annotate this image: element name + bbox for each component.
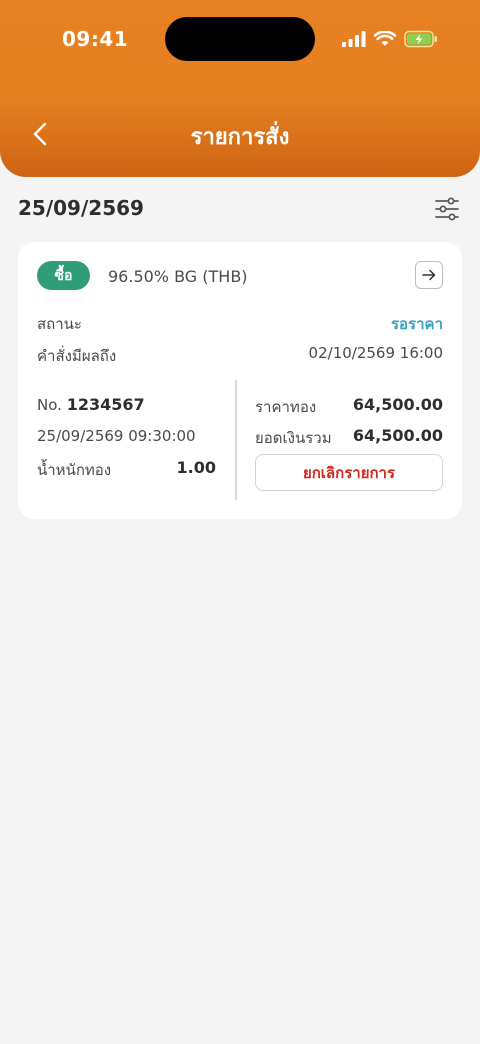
order-number-prefix: No.	[37, 396, 62, 414]
total-amount-value: 64,500.00	[352, 426, 443, 445]
effective-until-label: คำสั่งมีผลถึง	[37, 347, 117, 365]
gold-weight-value: 1.00	[176, 458, 216, 477]
signal-icon	[342, 31, 366, 47]
wifi-icon	[374, 31, 396, 46]
gold-price-label: ราคาทอง	[255, 398, 317, 416]
buy-badge: ซื้อ	[37, 261, 90, 290]
page-title: รายการสั่ง	[190, 125, 290, 150]
status-value: รอราคา	[390, 315, 443, 333]
order-card[interactable]: ซื้อ 96.50% BG (THB) สถานะ รอราคา คำสั่ง…	[18, 242, 462, 519]
filter-button[interactable]	[434, 196, 462, 224]
order-detail-button[interactable]	[415, 261, 443, 289]
gold-weight-label: น้ำหนักทอง	[37, 461, 112, 479]
date-heading: 25/09/2569	[18, 196, 144, 220]
status-time: 09:41	[62, 27, 129, 51]
status-icons	[342, 30, 438, 48]
date-row: 25/09/2569	[18, 196, 462, 224]
product-name: 96.50% BG (THB)	[108, 267, 248, 286]
card-divider	[235, 380, 237, 500]
order-number: No. 1234567	[37, 395, 145, 414]
order-number-value: 1234567	[66, 395, 145, 414]
app-header: 09:41 รายการสั่ง	[0, 0, 480, 177]
gold-price-value: 64,500.00	[352, 395, 443, 414]
dynamic-island	[165, 17, 315, 61]
effective-until-value: 02/10/2569 16:00	[308, 344, 443, 362]
arrow-right-icon	[422, 269, 436, 281]
cancel-order-button[interactable]: ยกเลิกรายการ	[255, 454, 443, 491]
total-amount-label: ยอดเงินรวม	[255, 429, 332, 447]
order-created-at: 25/09/2569 09:30:00	[37, 427, 196, 445]
battery-charging-icon	[404, 30, 437, 48]
status-label: สถานะ	[37, 315, 82, 333]
sliders-icon	[435, 197, 459, 221]
